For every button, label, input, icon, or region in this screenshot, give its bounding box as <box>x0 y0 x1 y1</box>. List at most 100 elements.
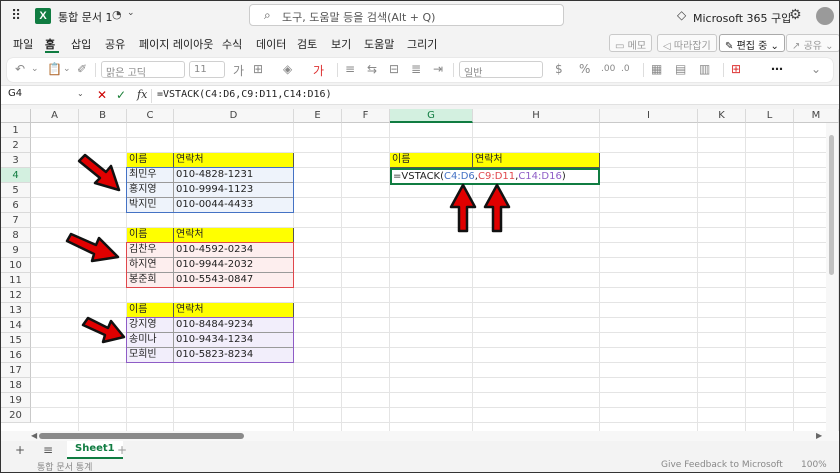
decrease-decimal-icon[interactable]: .0 <box>621 64 630 74</box>
worksheet-grid[interactable]: ABCDEFGHIKLM 1 2 3 4 5 6 7 8 9 10 11 12 13 14 15 16 17 18… <box>1 109 839 431</box>
insert-cells-icon[interactable]: ⊞ <box>731 62 741 76</box>
add-sheet-button[interactable]: + <box>15 443 25 457</box>
share-button[interactable]: ↗ 공유 ⌄ <box>786 34 839 52</box>
formula-input[interactable]: =VSTACK(C4:D6,C9:D11,C14:D16) <box>157 89 332 100</box>
column-header-m[interactable]: M <box>794 109 839 123</box>
row-header-17[interactable]: 17 <box>1 363 31 378</box>
chevron-down-icon[interactable]: ⌄ <box>127 8 135 18</box>
row-header-4[interactable]: 4 <box>1 168 31 183</box>
table-cell-name[interactable]: 송미나 <box>127 333 174 348</box>
tab-help[interactable]: 도움말 <box>364 36 394 52</box>
column-header-a[interactable]: A <box>31 109 79 123</box>
font-color-icon[interactable]: 가 <box>313 62 324 79</box>
row-header-18[interactable]: 18 <box>1 378 31 393</box>
percent-icon[interactable]: % <box>579 62 590 76</box>
chevron-down-icon[interactable]: ⌄ <box>811 62 821 76</box>
confirm-icon[interactable]: ✓ <box>116 88 126 102</box>
column-header-c[interactable]: C <box>127 109 174 123</box>
insert-function-icon[interactable]: fx <box>137 88 147 101</box>
tab-home[interactable]: 홈 <box>45 36 55 52</box>
table-cell-name[interactable]: 강지영 <box>127 318 174 333</box>
cell-styles-icon[interactable]: ▥ <box>699 62 710 76</box>
chevron-down-icon[interactable]: ⌄ <box>77 89 84 98</box>
tab-view[interactable]: 보기 <box>331 36 351 52</box>
column-header-e[interactable]: E <box>294 109 342 123</box>
vertical-scrollbar[interactable] <box>826 123 838 431</box>
undo-icon[interactable]: ↶ <box>15 62 25 76</box>
row-header-20[interactable]: 20 <box>1 408 31 423</box>
table-cell-contact[interactable]: 010-9944-2032 <box>174 258 294 273</box>
format-painter-icon[interactable]: ✐ <box>77 62 87 76</box>
table-header-contact[interactable]: 연락처 <box>174 303 294 318</box>
tab-share[interactable]: 공유 <box>105 36 125 52</box>
row-header-13[interactable]: 13 <box>1 303 31 318</box>
app-launcher-icon[interactable]: ⠿ <box>11 9 25 23</box>
row-header-6[interactable]: 6 <box>1 198 31 213</box>
result-header-contact[interactable]: 연락처 <box>473 153 600 168</box>
conditional-format-icon[interactable]: ▦ <box>651 62 662 76</box>
row-header-16[interactable]: 16 <box>1 348 31 363</box>
sheet-list-button[interactable]: ≡ <box>43 443 53 457</box>
column-header-i[interactable]: I <box>600 109 698 123</box>
table-cell-contact[interactable]: 010-9994-1123 <box>174 183 294 198</box>
vertical-scroll-thumb[interactable] <box>829 135 834 275</box>
cancel-icon[interactable]: ✕ <box>97 88 107 102</box>
row-header-15[interactable]: 15 <box>1 333 31 348</box>
catchup-button[interactable]: ◁ 따라잡기 <box>657 34 717 52</box>
tab-data[interactable]: 데이터 <box>256 36 286 52</box>
table-cell-contact[interactable]: 010-8484-9234 <box>174 318 294 333</box>
feedback-link[interactable]: Give Feedback to Microsoft <box>661 460 783 470</box>
table-cell-name[interactable]: 최민우 <box>127 168 174 183</box>
scroll-right-icon[interactable]: ▶ <box>816 431 822 440</box>
scroll-left-icon[interactable]: ◀ <box>31 431 37 440</box>
buy-microsoft-365-link[interactable]: Microsoft 365 구입 <box>693 10 791 26</box>
row-header-2[interactable]: 2 <box>1 138 31 153</box>
table-cell-contact[interactable]: 010-4828-1231 <box>174 168 294 183</box>
column-header-g[interactable]: G <box>390 109 473 123</box>
row-header-9[interactable]: 9 <box>1 243 31 258</box>
fill-color-icon[interactable]: ◈ <box>283 62 292 76</box>
borders-icon[interactable]: ⊞ <box>253 62 263 76</box>
table-cell-name[interactable]: 하지연 <box>127 258 174 273</box>
row-header-1[interactable]: 1 <box>1 123 31 138</box>
tab-draw[interactable]: 그리기 <box>407 36 437 52</box>
currency-button[interactable]: $ <box>555 62 563 76</box>
table-header-name[interactable]: 이름 <box>127 303 174 318</box>
horizontal-scrollbar[interactable]: ◀ ▶ <box>1 431 839 441</box>
horizontal-scroll-thumb[interactable] <box>39 433 244 439</box>
bold-button[interactable]: 가 <box>233 62 244 79</box>
table-cell-name[interactable]: 모희빈 <box>127 348 174 363</box>
row-header-5[interactable]: 5 <box>1 183 31 198</box>
sheet-tab-sheet1[interactable]: Sheet1 <box>67 441 123 459</box>
tab-formulas[interactable]: 수식 <box>222 36 242 52</box>
document-title[interactable]: 통합 문서 1 <box>58 9 112 25</box>
workbook-statistics[interactable]: 통합 문서 통계 <box>37 460 92 472</box>
row-header-14[interactable]: 14 <box>1 318 31 333</box>
tab-insert[interactable]: 삽입 <box>71 36 91 52</box>
table-cell-contact[interactable]: 010-5823-8234 <box>174 348 294 363</box>
indent-icon[interactable]: ⇥ <box>433 62 443 76</box>
table-cell-contact[interactable]: 010-9434-1234 <box>174 333 294 348</box>
align-center-icon[interactable]: ≣ <box>411 62 421 76</box>
tab-page-layout[interactable]: 페이지 레이아웃 <box>139 36 213 52</box>
table-header-name[interactable]: 이름 <box>127 153 174 168</box>
row-header-8[interactable]: 8 <box>1 228 31 243</box>
table-cell-name[interactable]: 봉준희 <box>127 273 174 288</box>
new-sheet-icon[interactable]: + <box>117 443 127 457</box>
merge-icon[interactable]: ⊟ <box>389 62 399 76</box>
gear-icon[interactable]: ⚙ <box>789 7 802 23</box>
table-header-contact[interactable]: 연락처 <box>174 228 294 243</box>
row-header-7[interactable]: 7 <box>1 213 31 228</box>
tab-review[interactable]: 검토 <box>297 36 317 52</box>
format-table-icon[interactable]: ▤ <box>675 62 686 76</box>
font-size-select[interactable]: 11 <box>189 61 225 78</box>
table-cell-name[interactable]: 박지민 <box>127 198 174 213</box>
row-header-11[interactable]: 11 <box>1 273 31 288</box>
result-header-name[interactable]: 이름 <box>390 153 473 168</box>
zoom-level[interactable]: 100% <box>801 460 827 470</box>
memo-button[interactable]: ▭ 메모 <box>609 34 653 52</box>
active-cell-g4[interactable]: =VSTACK(C4:D6,C9:D11,C14:D16) <box>390 168 600 185</box>
row-header-12[interactable]: 12 <box>1 288 31 303</box>
column-header-l[interactable]: L <box>746 109 794 123</box>
name-box[interactable]: G4 <box>5 88 87 103</box>
